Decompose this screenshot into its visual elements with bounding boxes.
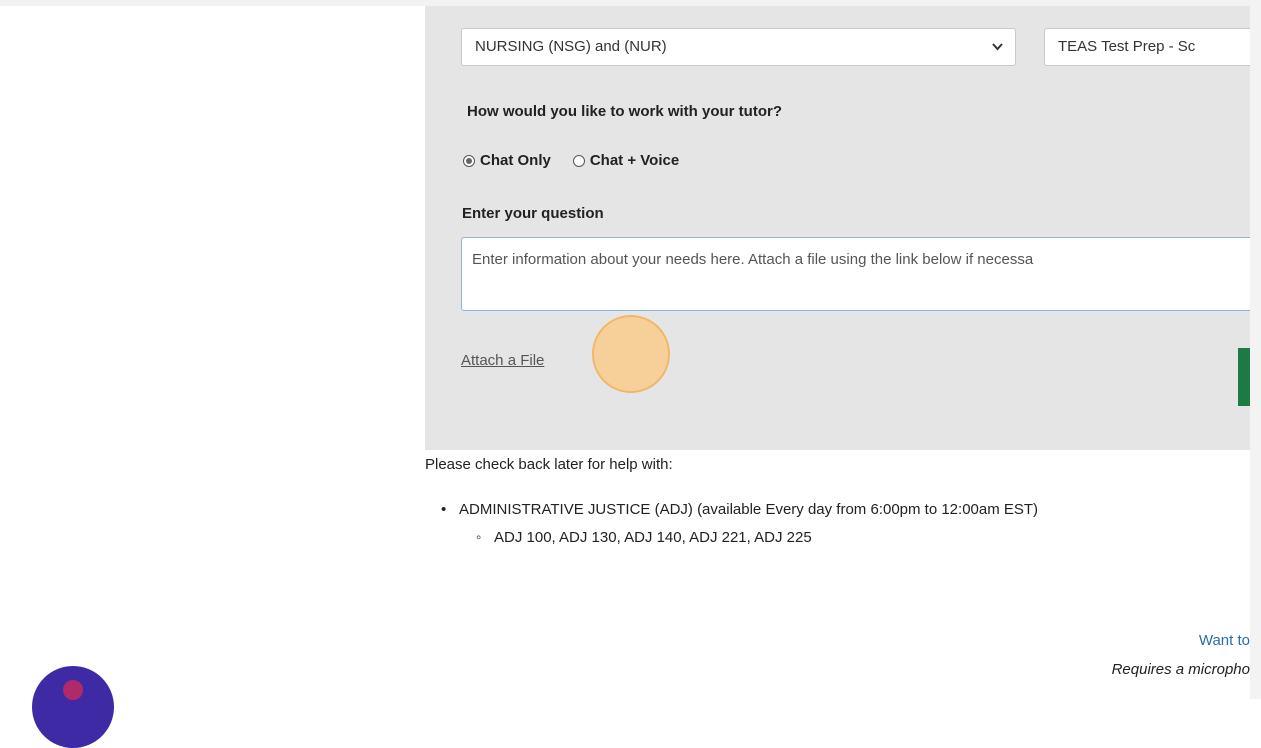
microphone-requirement: Requires a micropho xyxy=(1111,661,1250,678)
list-item: • ADMINISTRATIVE JUSTICE (ADJ) (available… xyxy=(441,501,1038,518)
chat-voice-label[interactable]: Chat + Voice xyxy=(590,152,679,169)
chat-icon-inner xyxy=(63,680,83,700)
right-edge xyxy=(1250,0,1261,699)
subject-select[interactable]: NURSING (NSG) and (NUR) xyxy=(461,28,1016,66)
availability-courses: ADJ 100, ADJ 130, ADJ 140, ADJ 221, ADJ … xyxy=(494,529,812,546)
chat-icon[interactable] xyxy=(32,666,114,748)
list-item: ◦ ADJ 100, ADJ 130, ADJ 140, ADJ 221, ADJ… xyxy=(476,529,812,546)
work-mode-question: How would you like to work with your tut… xyxy=(467,103,782,120)
course-select[interactable]: TEAS Test Prep - Sc xyxy=(1044,28,1250,66)
question-placeholder: Enter information about your needs here.… xyxy=(472,251,1034,268)
availability-intro: Please check back later for help with: xyxy=(425,456,673,473)
question-label: Enter your question xyxy=(462,205,604,222)
subject-select-value: NURSING (NSG) and (NUR) xyxy=(475,38,667,55)
chat-only-label[interactable]: Chat Only xyxy=(480,152,551,169)
chevron-down-icon xyxy=(992,29,1003,65)
question-textarea[interactable]: Enter information about your needs here.… xyxy=(461,237,1250,311)
submit-button[interactable] xyxy=(1238,348,1250,406)
course-select-value: TEAS Test Prep - Sc xyxy=(1058,38,1196,55)
chat-only-radio[interactable] xyxy=(463,154,475,167)
voice-link[interactable]: Want to xyxy=(1199,632,1250,649)
chat-voice-radio[interactable] xyxy=(572,154,585,167)
work-mode-options: Chat Only Chat + Voice xyxy=(463,152,679,169)
bullet-icon: • xyxy=(441,501,447,518)
availability-subject: ADMINISTRATIVE JUSTICE (ADJ) (available … xyxy=(459,501,1039,518)
attach-file-link[interactable]: Attach a File xyxy=(461,352,544,369)
circle-bullet-icon: ◦ xyxy=(476,529,482,546)
click-indicator xyxy=(592,315,670,393)
tutor-request-form: NURSING (NSG) and (NUR) TEAS Test Prep -… xyxy=(425,6,1250,450)
